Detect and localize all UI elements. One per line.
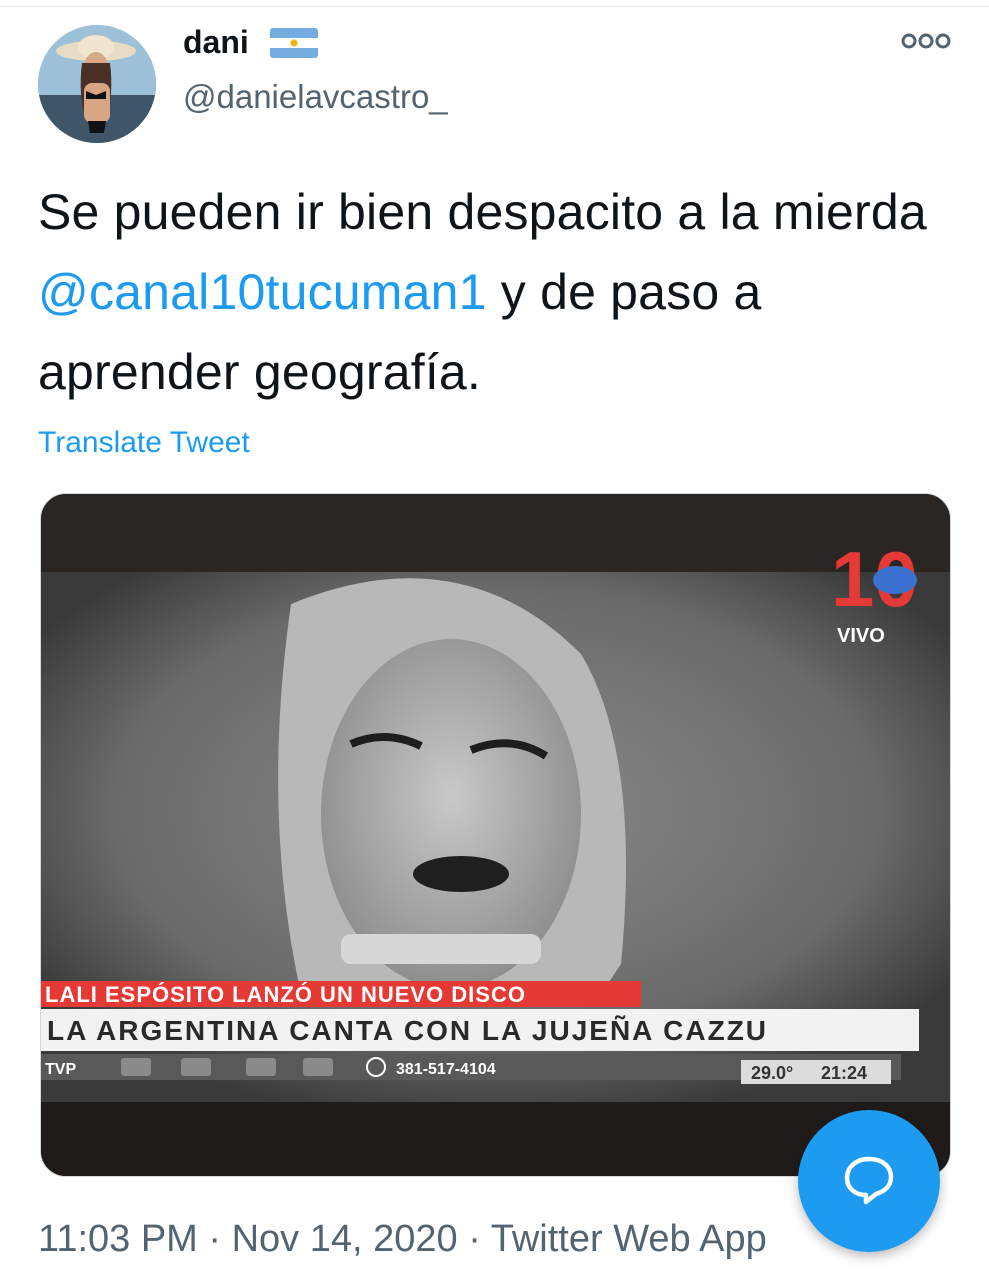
clock-readout: 21:24 — [821, 1063, 867, 1083]
argentina-flag-icon — [270, 28, 318, 58]
author-handle[interactable]: @danielavcastro_ — [183, 78, 448, 116]
tweet-media-image[interactable]: 10 VIVO LALI ESPÓSITO LANZÓ UN NUEVO DIS… — [40, 493, 951, 1177]
avatar-photo — [38, 25, 156, 143]
compose-reply-icon — [842, 1152, 896, 1211]
translate-tweet-link[interactable]: Translate Tweet — [38, 426, 250, 460]
ticker-red-headline: LALI ESPÓSITO LANZÓ UN NUEVO DISCO — [45, 982, 526, 1007]
tv-screen-photo: 10 VIVO LALI ESPÓSITO LANZÓ UN NUEVO DIS… — [41, 494, 950, 1176]
tweet-text: Se pueden ir bien despacito a la mierda … — [38, 172, 948, 412]
tweet-timestamp[interactable]: 11:03 PM · Nov 14, 2020 · Twitter Web Ap… — [38, 1218, 767, 1261]
temperature-readout: 29.0° — [751, 1063, 793, 1083]
channel-10-logo: 10 — [831, 535, 918, 623]
ticker-white-headline: LA ARGENTINA CANTA CON LA JUJEÑA CAZZU — [47, 1015, 768, 1046]
author-name[interactable]: dani — [183, 24, 249, 61]
ticker-brand: TVP — [45, 1061, 76, 1078]
tweet-text-start: Se pueden ir bien despacito a la mierda — [38, 184, 927, 240]
ticker-phone: 381-517-4104 — [396, 1061, 496, 1078]
live-label: VIVO — [837, 625, 885, 647]
more-options-icon[interactable] — [900, 30, 952, 52]
avatar[interactable] — [38, 25, 156, 143]
top-divider — [0, 6, 989, 7]
mention-link[interactable]: @canal10tucuman1 — [38, 264, 487, 320]
compose-reply-button[interactable] — [798, 1110, 940, 1252]
